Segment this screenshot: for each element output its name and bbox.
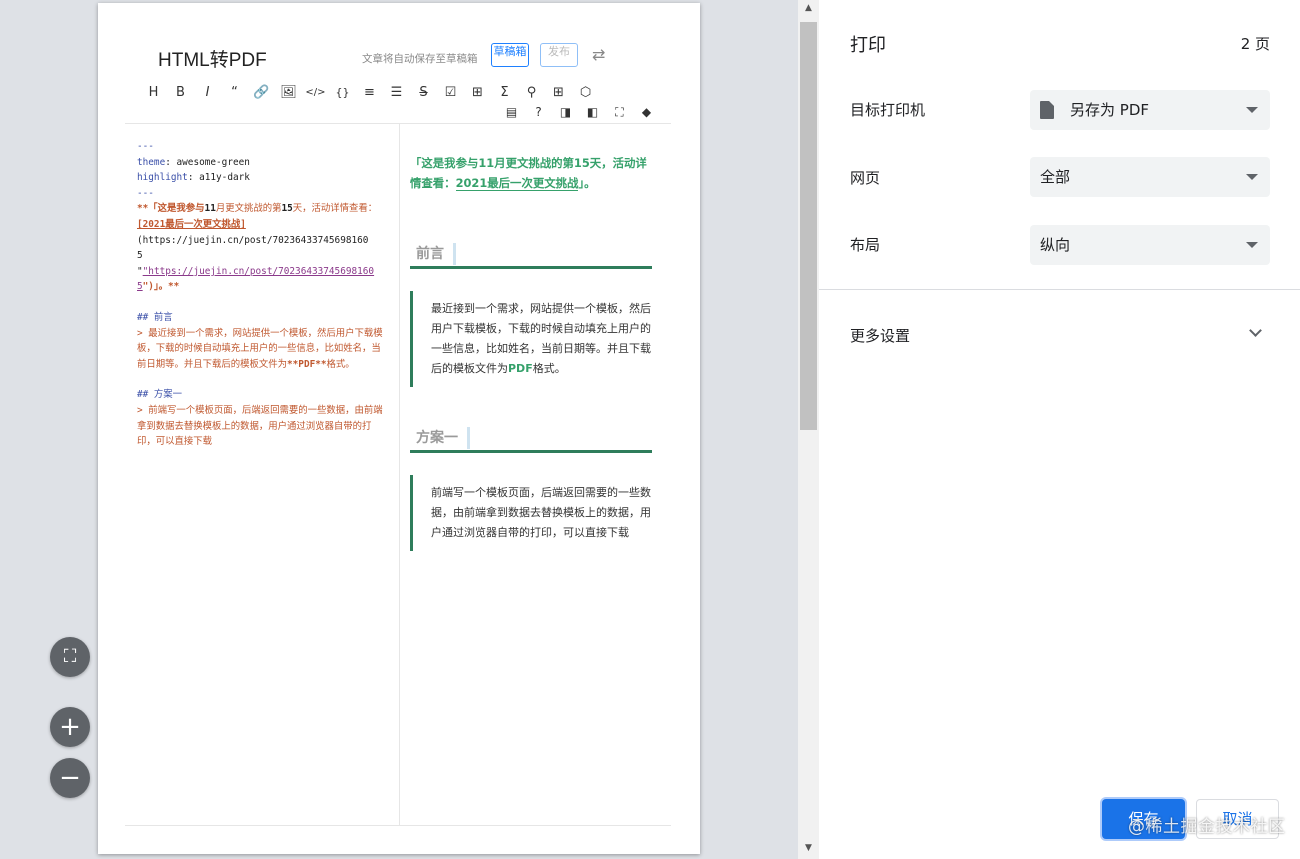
task-list-icon: ☑ — [444, 85, 457, 100]
preview-page: HTML转PDF 文章将自动保存至草稿箱 草稿箱 发布 ⇄ H B I “ 🔗 … — [98, 3, 700, 854]
heading-icon: H — [148, 85, 159, 100]
destination-label: 目标打印机 — [850, 101, 926, 119]
md-highlight-line: highlight: a11y-dark — [137, 172, 250, 184]
watermark-text: @稀土掘金技术社区 — [1128, 817, 1286, 837]
italic-icon: I — [205, 85, 210, 100]
print-title: 打印 — [850, 35, 886, 56]
md-frontmatter-end: --- — [137, 187, 154, 199]
draft-button: 草稿箱 — [491, 43, 529, 67]
dropdown-caret-icon — [1246, 174, 1258, 180]
publish-button: 发布 — [540, 43, 578, 67]
preview-blockquote-1: 最近接到一个需求，网站提供一个模板，然后用户下载模板，下载的时候自动填充上用户的… — [410, 291, 652, 387]
code-icon: </> — [305, 87, 326, 98]
md-paragraph-1: > 最近接到一个需求，网站提供一个模板，然后用户下载模板，下载的时候自动填充上用… — [137, 327, 383, 370]
grid-icon: ⊞ — [553, 85, 564, 100]
ordered-list-icon: ☰ — [390, 85, 403, 100]
code-block-icon: {} — [335, 86, 350, 99]
preview-intro: 「这是我参与11月更文挑战的第15天，活动详情查看：2021最后一次更文挑战」。 — [410, 156, 647, 191]
help-icon: ? — [535, 105, 542, 119]
markdown-source: --- theme: awesome-green highlight: a11y… — [137, 139, 387, 450]
unordered-list-icon: ≡ — [364, 85, 375, 100]
pdf-file-icon — [1040, 101, 1054, 119]
zoom-in-button[interactable]: + — [50, 707, 90, 747]
formula-icon: Σ — [500, 85, 509, 100]
swap-icon: ⇄ — [592, 45, 606, 64]
md-paragraph-2: > 前端写一个模板页面，后端返回需要的一些数据，由前端拿到数据去替换模板上的数据… — [137, 404, 383, 448]
md-theme-line: theme: awesome-green — [137, 156, 250, 168]
toc-icon: ▤ — [505, 105, 518, 119]
preview-heading-1: 前言 — [410, 243, 652, 269]
strikethrough-icon: S — [419, 85, 428, 100]
preview-heading-2: 方案一 — [410, 427, 652, 453]
layout-select[interactable]: 纵向 — [1030, 225, 1270, 265]
editor-divider-middle — [399, 124, 400, 825]
editor-toolbar: H B I “ 🔗 🖼 </> {} ≡ ☰ S ☑ ⊞ Σ ⚲ ⊞ ⬡ — [140, 83, 599, 103]
editor-divider-bottom — [125, 825, 671, 826]
md-frontmatter-start: --- — [137, 141, 154, 152]
pages-label: 网页 — [850, 169, 881, 187]
destination-select[interactable]: 另存为 PDF — [1030, 90, 1270, 130]
more-settings-toggle[interactable]: 更多设置 — [850, 325, 910, 346]
fit-to-page-button[interactable]: ⛶ — [50, 637, 90, 677]
editor-divider-top — [125, 123, 671, 124]
fullscreen-icon: ⛶ — [615, 105, 624, 119]
table-icon: ⊞ — [472, 85, 483, 100]
document-title: HTML转PDF — [158, 50, 267, 71]
layout-label: 布局 — [850, 236, 881, 254]
md-heading-2: ## 方案一 — [137, 389, 183, 401]
md-heading-1: ## 前言 — [137, 311, 173, 323]
chevron-down-icon[interactable] — [1249, 324, 1262, 337]
link-icon: 🔗 — [253, 85, 270, 100]
autosave-text: 文章将自动保存至草稿箱 — [362, 53, 478, 65]
page-count: 2 页 — [1240, 35, 1270, 53]
print-settings-panel: 打印 2 页 目标打印机 另存为 PDF 网页 全部 布局 纵向 更多设置 保存… — [819, 0, 1300, 859]
quote-icon: “ — [231, 85, 238, 100]
preview-only-icon: ◨ — [559, 105, 572, 119]
dropdown-caret-icon — [1246, 107, 1258, 113]
image-icon: 🖼 — [280, 85, 297, 100]
zoom-out-button[interactable]: − — [50, 758, 90, 798]
pages-select[interactable]: 全部 — [1030, 157, 1270, 197]
edit-only-icon: ◧ — [586, 105, 599, 119]
dropdown-caret-icon — [1246, 242, 1258, 248]
github-icon: ◆ — [641, 105, 652, 119]
markdown-preview: 「这是我参与11月更文挑战的第15天，活动详情查看：2021最后一次更文挑战」。… — [410, 153, 654, 551]
scroll-down-arrow-icon[interactable]: ▼ — [798, 840, 819, 857]
theme-icon: ⬡ — [579, 85, 592, 100]
preview-scrollbar[interactable]: ▲ ▼ — [798, 0, 819, 859]
editor-toolbar-secondary: ▤ ? ◨ ◧ ⛶ ◆ — [498, 102, 660, 122]
print-preview-area: HTML转PDF 文章将自动保存至草稿箱 草稿箱 发布 ⇄ H B I “ 🔗 … — [0, 0, 798, 859]
diagram-icon: ⚲ — [526, 85, 537, 100]
scrollbar-thumb[interactable] — [800, 22, 817, 430]
scroll-up-arrow-icon[interactable]: ▲ — [798, 0, 819, 17]
bold-icon: B — [176, 85, 185, 100]
settings-divider — [819, 289, 1300, 290]
preview-blockquote-2: 前端写一个模板页面，后端返回需要的一些数据，由前端拿到数据去替换模板上的数据，用… — [410, 475, 652, 551]
md-intro: **「这是我参与11月更文挑战的第15天，活动详情查看：[2021最后一次更文挑… — [137, 203, 378, 293]
